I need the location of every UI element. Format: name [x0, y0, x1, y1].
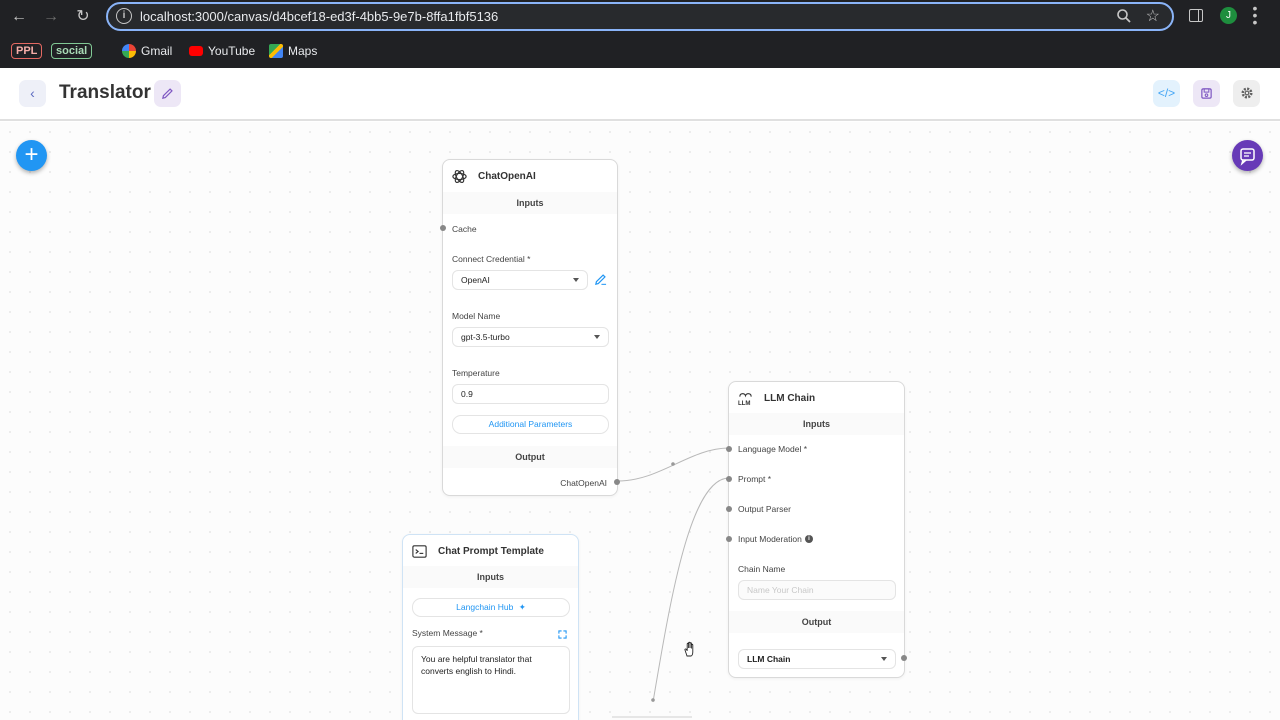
output-select[interactable]: LLM Chain	[738, 649, 896, 669]
bookmark-gmail-label: Gmail	[141, 44, 173, 58]
bookmark-gmail[interactable]: Gmail	[122, 43, 172, 59]
temperature-label: Temperature	[452, 368, 500, 378]
plus-icon: +	[24, 141, 39, 168]
expand-icon[interactable]	[558, 630, 567, 639]
llm-icon: LLM	[738, 393, 752, 407]
additional-parameters-button[interactable]: Additional Parameters	[452, 415, 609, 434]
magic-wand-icon: ✦	[518, 602, 526, 612]
edit-credential-icon[interactable]	[594, 273, 607, 286]
node-llm-chain[interactable]: LLM LLM Chain Inputs Language Model * Pr…	[726, 381, 907, 678]
inputs-header: Inputs	[729, 413, 904, 435]
app-header: ‹ Translator </>	[0, 68, 1280, 121]
cache-handle[interactable]	[440, 225, 446, 231]
maps-icon	[269, 44, 283, 58]
bookmark-maps[interactable]: Maps	[269, 43, 317, 59]
prompt-icon	[412, 545, 427, 558]
credential-select[interactable]: OpenAI	[452, 270, 588, 290]
langchain-hub-button[interactable]: Langchain Hub ✦	[412, 598, 570, 617]
node-chat-prompt-template[interactable]: Chat Prompt Template Inputs Langchain Hu…	[402, 534, 579, 720]
bookmark-youtube[interactable]: YouTube	[189, 43, 255, 59]
add-node-button[interactable]: +	[16, 140, 47, 171]
edge-prompt-to-llm[interactable]	[652, 477, 730, 703]
prompt-label: Prompt *	[738, 474, 772, 484]
reload-icon[interactable]: ↻	[72, 6, 94, 28]
credential-label: Connect Credential *	[452, 254, 531, 264]
bookmark-maps-label: Maps	[288, 44, 318, 58]
bookmarks-bar: PPL social Gmail YouTube Maps	[0, 38, 1280, 64]
page-title: Translator	[59, 82, 151, 103]
bookmark-social[interactable]: social	[51, 43, 93, 59]
back-button[interactable]: ‹	[19, 80, 46, 107]
model-name-label: Model Name	[452, 311, 501, 321]
chevron-down-icon	[594, 335, 600, 339]
chain-name-label: Chain Name	[738, 564, 786, 574]
prompt-handle[interactable]	[726, 476, 732, 482]
node-title: ChatOpenAI	[478, 171, 536, 182]
node-title: LLM Chain	[764, 393, 816, 404]
bookmark-youtube-label: YouTube	[208, 44, 256, 58]
svg-text:LLM: LLM	[738, 400, 751, 407]
flow-canvas[interactable]: + ChatOpenAI Inputs Cache Connect Creden…	[0, 122, 1280, 720]
system-message-textarea[interactable]: You are helpful translator that converts…	[412, 646, 570, 714]
output-handle[interactable]	[901, 655, 907, 661]
settings-button[interactable]	[1233, 80, 1260, 107]
output-value: LLM Chain	[747, 654, 791, 664]
hand-cursor-icon	[684, 641, 694, 657]
edge-midpoint-handle-2[interactable]	[651, 698, 655, 702]
system-message-label: System Message *	[412, 628, 483, 638]
address-bar[interactable]: i localhost:3000/canvas/d4bcef18-ed3f-4b…	[106, 2, 1174, 31]
chevron-left-icon: ‹	[30, 85, 35, 101]
save-icon	[1201, 88, 1212, 99]
url-text[interactable]: localhost:3000/canvas/d4bcef18-ed3f-4bb5…	[140, 9, 498, 24]
output-header: Output	[729, 611, 904, 633]
browser-menu-icon[interactable]: • • •	[1252, 1, 1258, 29]
youtube-icon	[189, 46, 203, 56]
output-handle[interactable]	[614, 479, 620, 485]
save-button[interactable]	[1193, 80, 1220, 107]
code-icon: </>	[1157, 86, 1176, 100]
chevron-down-icon	[881, 657, 887, 661]
edit-title-button[interactable]	[154, 80, 181, 107]
language-model-label: Language Model *	[738, 444, 808, 454]
side-panel-icon[interactable]	[1189, 9, 1203, 22]
node-title: Chat Prompt Template	[438, 546, 544, 557]
language-model-handle[interactable]	[726, 446, 732, 452]
chevron-down-icon	[573, 278, 579, 282]
info-icon[interactable]: i	[805, 535, 813, 543]
langchain-hub-label: Langchain Hub	[456, 602, 514, 612]
openai-icon	[452, 170, 467, 183]
pencil-icon	[162, 88, 173, 99]
output-parser-handle[interactable]	[726, 506, 732, 512]
bookmark-ppl[interactable]: PPL	[11, 43, 43, 59]
chat-icon	[1240, 148, 1255, 166]
bookmark-star-icon[interactable]: ☆	[1146, 6, 1160, 26]
site-info-icon[interactable]: i	[116, 8, 132, 24]
node-chatopenai[interactable]: ChatOpenAI Inputs Cache Connect Credenti…	[440, 159, 620, 496]
model-name-value: gpt-3.5-turbo	[461, 332, 510, 342]
model-name-select[interactable]: gpt-3.5-turbo	[452, 327, 609, 347]
browser-chrome: ← → ↻ i localhost:3000/canvas/d4bcef18-e…	[0, 0, 1280, 68]
chat-button[interactable]	[1232, 140, 1263, 171]
output-header: Output	[443, 446, 617, 468]
credential-value: OpenAI	[461, 275, 490, 285]
chain-name-input[interactable]: Name Your Chain	[738, 580, 896, 600]
input-moderation-handle[interactable]	[726, 536, 732, 542]
inputs-header: Inputs	[403, 566, 578, 588]
cache-label: Cache	[452, 224, 477, 234]
edges-layer	[612, 447, 730, 718]
edge-midpoint-handle[interactable]	[671, 462, 675, 466]
gear-icon	[1241, 87, 1252, 99]
forward-arrow-icon[interactable]: →	[40, 6, 62, 28]
input-moderation-label: Input Moderation	[738, 534, 802, 544]
output-parser-label: Output Parser	[738, 504, 791, 514]
temperature-input[interactable]: 0.9	[452, 384, 609, 404]
inputs-header: Inputs	[443, 192, 617, 214]
api-code-button[interactable]: </>	[1153, 80, 1180, 107]
zoom-icon[interactable]	[1116, 8, 1132, 24]
back-arrow-icon[interactable]: ←	[8, 6, 30, 28]
google-icon	[122, 44, 136, 58]
profile-avatar[interactable]: J	[1220, 7, 1237, 24]
output-name: ChatOpenAI	[560, 478, 607, 488]
